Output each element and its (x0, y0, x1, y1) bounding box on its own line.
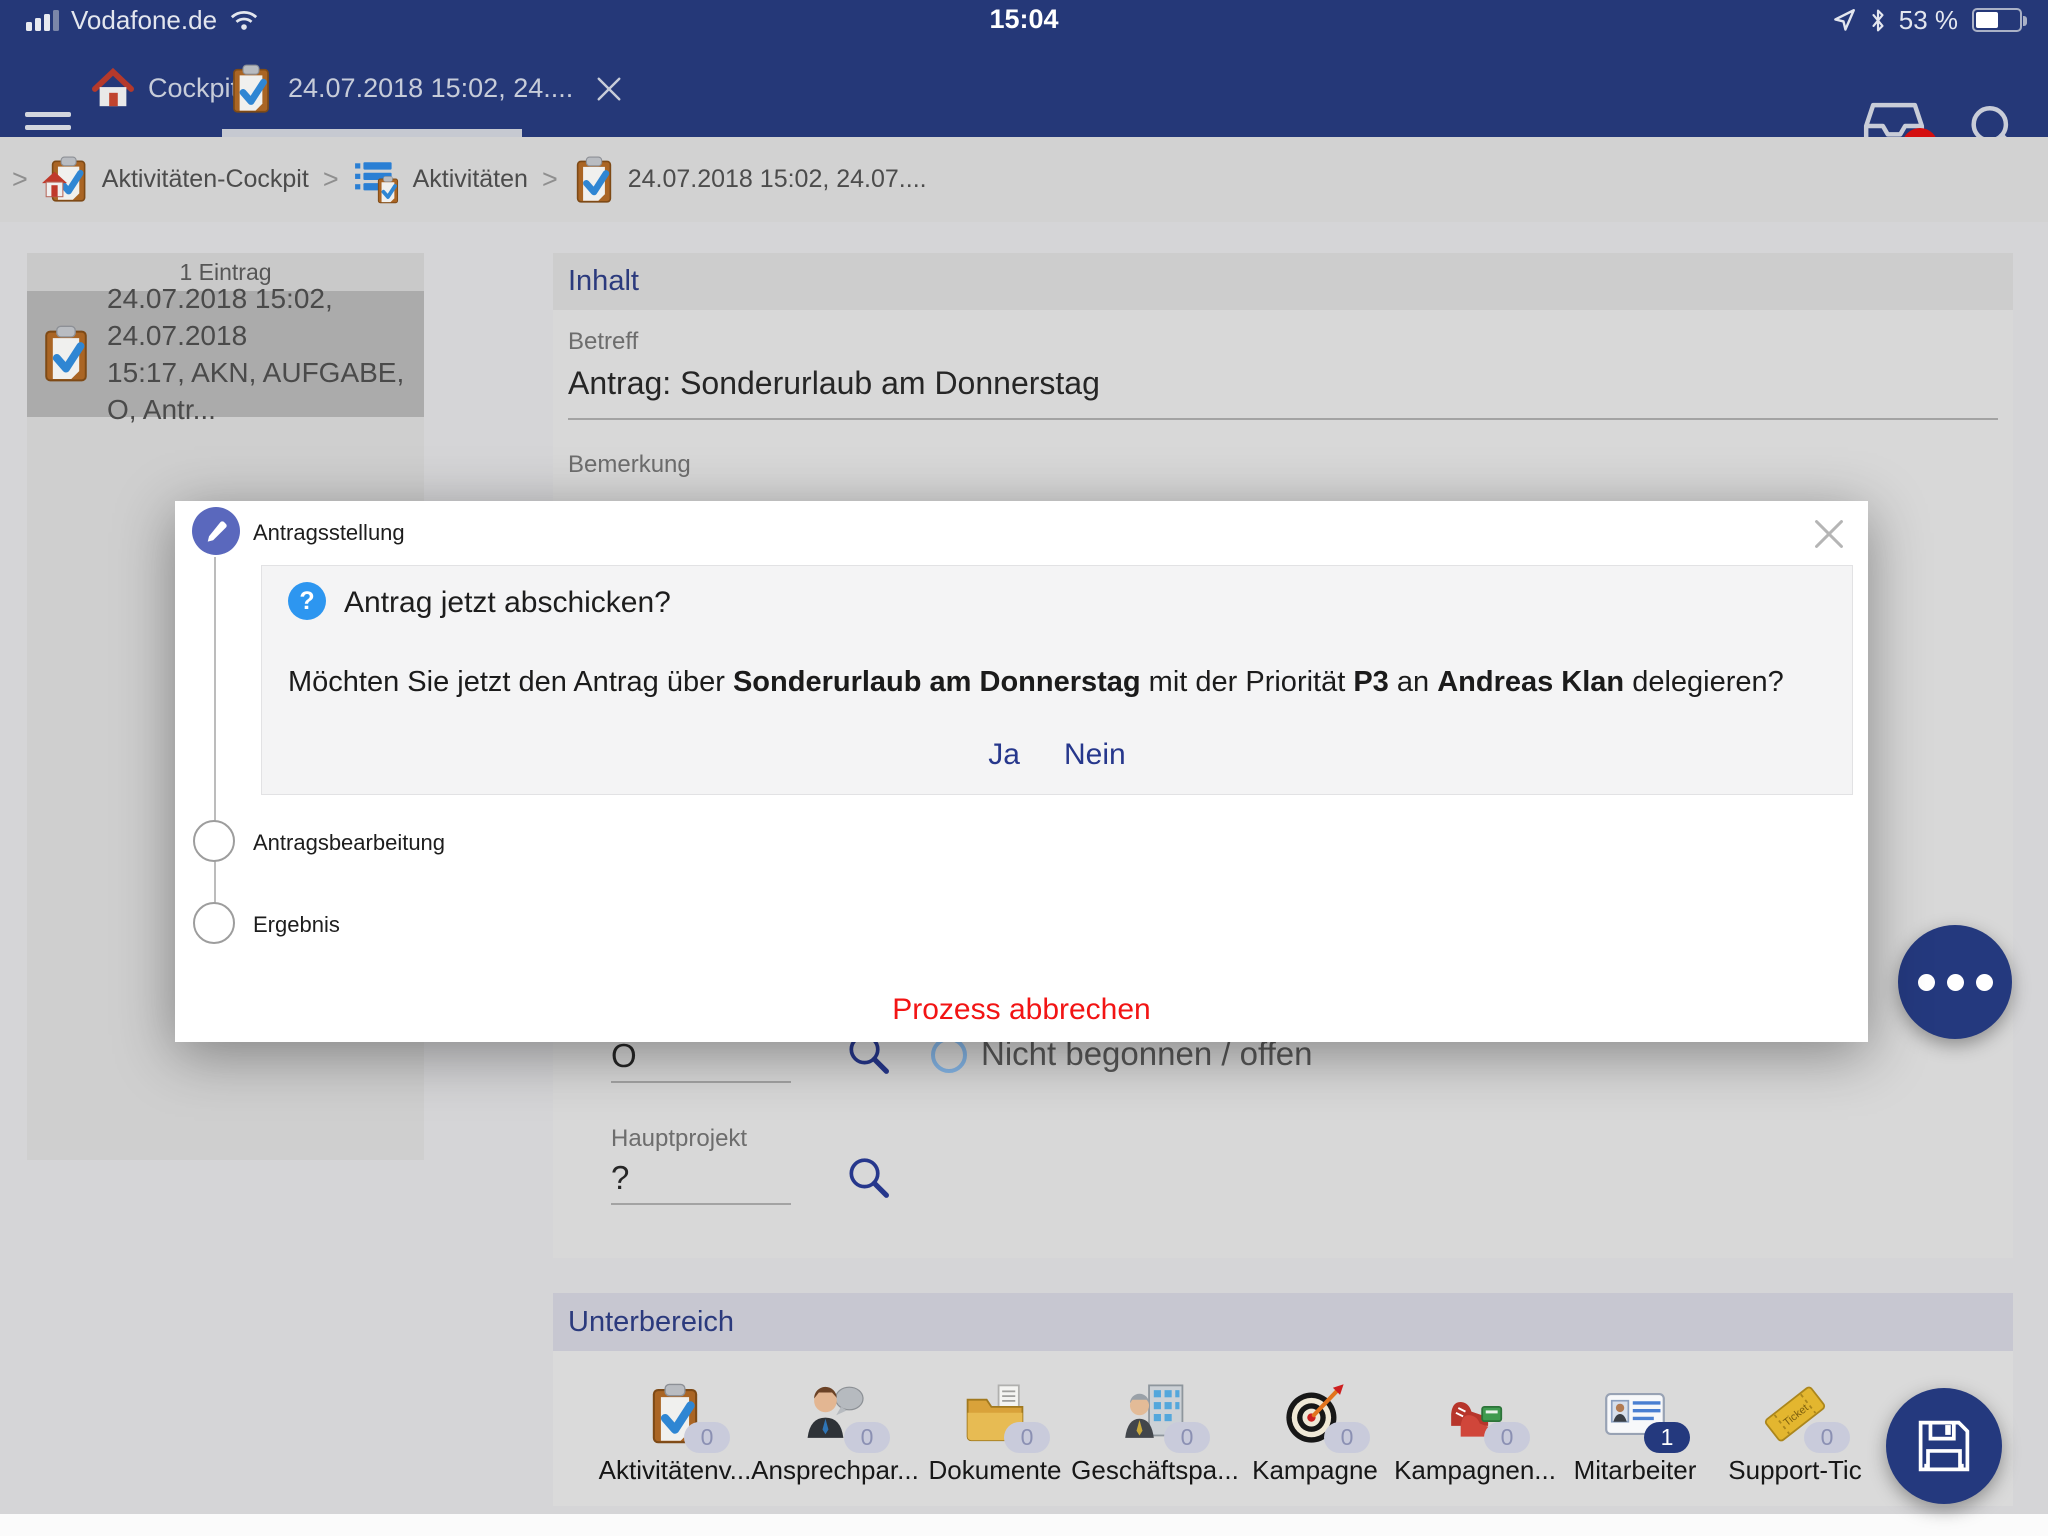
subarea-item-label: Support-Tic (1728, 1455, 1861, 1486)
dialog-close-icon[interactable] (1812, 517, 1846, 551)
breadcrumb-label: Aktivitäten-Cockpit (102, 165, 309, 194)
save-button[interactable] (1886, 1388, 2002, 1504)
hauptprojekt-field[interactable]: ? (611, 1159, 791, 1205)
step-pending-circle (193, 820, 235, 862)
bluetooth-icon (1869, 7, 1887, 34)
step-label-antragsbearbeitung: Antragsbearbeitung (253, 830, 445, 856)
subarea-item-dokumente[interactable]: 0 Dokumente (915, 1383, 1075, 1486)
cockpit-label: Cockpit (148, 73, 238, 104)
status-bar: Vodafone.de 15:04 53 % (0, 0, 2048, 40)
home-icon (92, 68, 134, 110)
step-pending-circle (193, 902, 235, 944)
tab-active-record[interactable]: 24.07.2018 15:02, 24.... (228, 40, 623, 137)
count-badge: 0 (1484, 1422, 1530, 1453)
clipboard-check-icon (39, 325, 93, 383)
subarea-item-mitarbeiter[interactable]: 1 Mitarbeiter (1555, 1383, 1715, 1486)
step-label-ergebnis: Ergebnis (253, 912, 340, 938)
subarea-item-kampagnen[interactable]: 0 Kampagnen... (1395, 1383, 1555, 1486)
breadcrumb: > Aktivitäten-Cockpit > Aktivitäten > 24… (0, 137, 2048, 222)
message-priority: P3 (1353, 666, 1388, 698)
subarea-icon-row: 0 Aktivitätenv... 0 Ansprechpar... 0 Dok… (553, 1351, 2013, 1486)
tab-close-icon[interactable] (595, 75, 623, 103)
clipboard-home-icon (42, 156, 90, 204)
chevron-right-icon: > (12, 164, 28, 195)
dialog-question-title: Antrag jetzt abschicken? (344, 586, 671, 620)
bemerkung-label: Bemerkung (568, 451, 691, 479)
cell-signal-icon (26, 9, 59, 31)
breadcrumb-item-cockpit[interactable]: Aktivitäten-Cockpit (42, 156, 309, 204)
subarea-item-label: Geschäftspa... (1071, 1455, 1239, 1486)
save-floppy-icon (1912, 1414, 1976, 1478)
breadcrumb-label: Aktivitäten (413, 165, 528, 194)
betreff-field[interactable]: Antrag: Sonderurlaub am Donnerstag (568, 365, 1998, 420)
subarea-item-label: Kampagnen... (1394, 1455, 1556, 1486)
breadcrumb-item-record[interactable]: 24.07.2018 15:02, 24.07.... (572, 156, 927, 204)
subarea-item-label: Aktivitätenv... (599, 1455, 752, 1486)
dialog-message: Möchten Sie jetzt den Antrag über Sonder… (288, 662, 1822, 702)
section-header-inhalt: Inhalt (553, 253, 2013, 310)
battery-percent-label: 53 % (1899, 5, 1958, 36)
subarea-item-aktivitaeten[interactable]: 0 Aktivitätenv... (595, 1383, 755, 1486)
subarea-item-geschaeftspartner[interactable]: 0 Geschäftspa... (1075, 1383, 1235, 1486)
status-field[interactable]: O (611, 1037, 791, 1083)
chevron-right-icon: > (542, 164, 558, 195)
clipboard-check-icon (572, 156, 616, 204)
step-current-circle (192, 507, 240, 555)
status-radio[interactable] (931, 1037, 967, 1073)
count-badge: 0 (684, 1422, 730, 1453)
list-clipboard-icon (353, 156, 401, 204)
pencil-icon (203, 518, 230, 545)
message-subject: Sonderurlaub am Donnerstag (733, 666, 1141, 698)
clipboard-check-icon (228, 64, 274, 114)
clock-label: 15:04 (989, 4, 1058, 35)
step-label-antragsstellung: Antragsstellung (253, 520, 405, 546)
count-badge: 0 (1324, 1422, 1370, 1453)
yes-button[interactable]: Ja (988, 738, 1020, 772)
wifi-icon (229, 8, 259, 32)
subarea-panel: Unterbereich 0 Aktivitätenv... 0 Ansprec… (553, 1293, 2013, 1506)
no-button[interactable]: Nein (1064, 738, 1126, 772)
subarea-item-label: Kampagne (1252, 1455, 1378, 1486)
list-item-text: 24.07.2018 15:02, 24.07.201815:17, AKN, … (107, 280, 412, 428)
subarea-item-support-tickets[interactable]: 0 Support-Tic (1715, 1383, 1875, 1486)
chevron-right-icon: > (323, 164, 339, 195)
tab-active-indicator (222, 129, 522, 137)
cancel-process-button[interactable]: Prozess abbrechen (175, 993, 1868, 1027)
hauptprojekt-label: Hauptprojekt (611, 1125, 747, 1153)
more-actions-button[interactable] (1898, 925, 2012, 1039)
subarea-item-label: Dokumente (929, 1455, 1062, 1486)
dialog-question-card: ? Antrag jetzt abschicken? Möchten Sie j… (261, 565, 1853, 795)
list-item-selected[interactable]: 24.07.2018 15:02, 24.07.201815:17, AKN, … (27, 291, 424, 417)
betreff-label: Betreff (568, 328, 638, 356)
process-dialog: Antragsstellung ? Antrag jetzt abschicke… (175, 501, 1868, 1042)
question-icon: ? (288, 582, 326, 620)
count-badge: 0 (1004, 1422, 1050, 1453)
breadcrumb-label: 24.07.2018 15:02, 24.07.... (628, 165, 927, 194)
more-ellipsis-icon (1918, 974, 1935, 991)
bottom-bar (0, 1514, 2048, 1536)
message-delegate: Andreas Klan (1437, 666, 1624, 698)
subarea-item-ansprechpartner[interactable]: 0 Ansprechpar... (755, 1383, 915, 1486)
breadcrumb-item-aktivitaeten[interactable]: Aktivitäten (353, 156, 528, 204)
tab-title: 24.07.2018 15:02, 24.... (288, 73, 573, 104)
nav-bar: Cockpit 24.07.2018 15:02, 24.... 6 (0, 40, 2048, 137)
nav-cockpit-button[interactable]: Cockpit (92, 40, 238, 137)
count-badge: 0 (1804, 1422, 1850, 1453)
dialog-buttons: Ja Nein (262, 738, 1852, 772)
location-icon (1831, 7, 1857, 33)
count-badge: 0 (844, 1422, 890, 1453)
section-header-unterbereich: Unterbereich (553, 1293, 2013, 1351)
count-badge: 1 (1644, 1422, 1690, 1453)
hauptprojekt-search-icon[interactable] (845, 1155, 891, 1201)
subarea-item-label: Mitarbeiter (1574, 1455, 1697, 1486)
carrier-label: Vodafone.de (71, 5, 217, 36)
battery-icon (1972, 8, 2022, 32)
subarea-item-kampagne[interactable]: 0 Kampagne (1235, 1383, 1395, 1486)
subarea-item-label: Ansprechpar... (751, 1455, 919, 1486)
count-badge: 0 (1164, 1422, 1210, 1453)
